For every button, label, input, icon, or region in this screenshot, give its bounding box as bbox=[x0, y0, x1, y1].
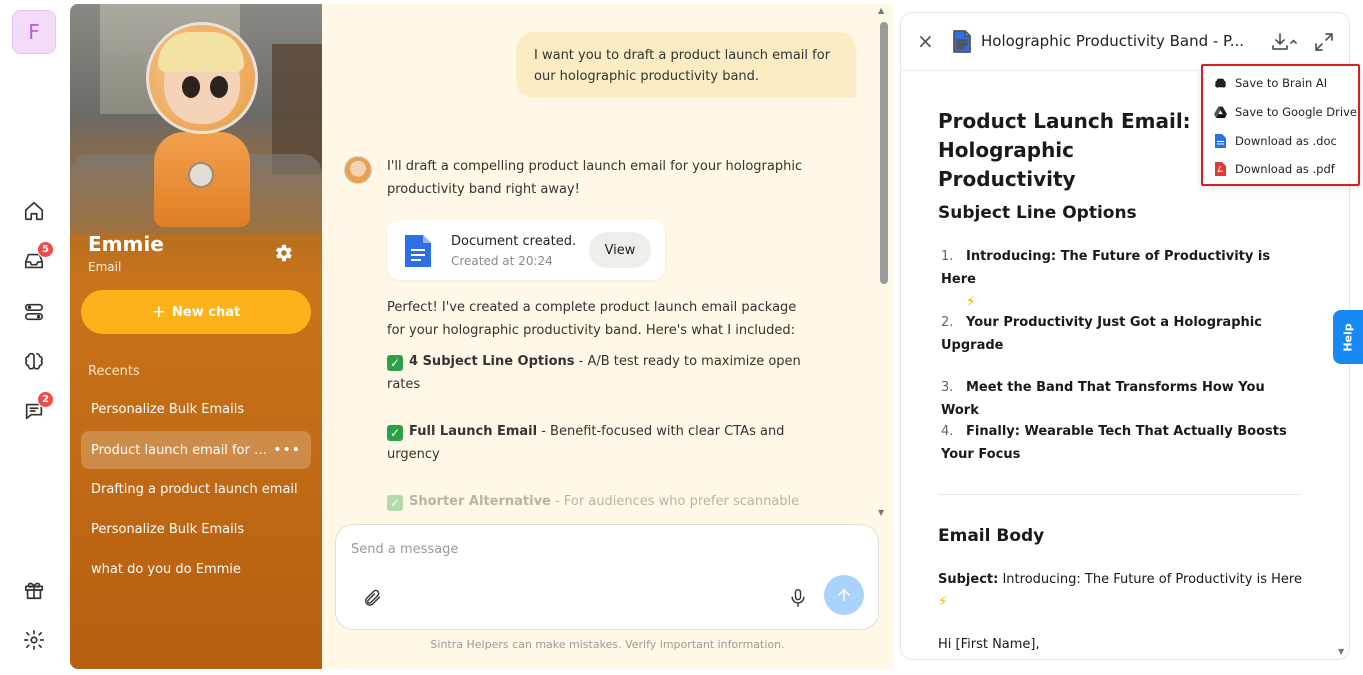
recent-chat-item[interactable]: Personalize Bulk Emails bbox=[81, 390, 311, 428]
send-button[interactable] bbox=[824, 575, 864, 615]
message-input[interactable]: Send a message bbox=[351, 542, 458, 557]
google-doc-icon bbox=[953, 30, 971, 53]
bot-intro-message: I'll draft a compelling product launch e… bbox=[387, 159, 803, 197]
helper-name: Emmie bbox=[88, 232, 164, 256]
save-to-brain-ai-option[interactable]: Save to Brain AI bbox=[1203, 69, 1358, 97]
recent-chat-item[interactable]: what do you do Emmie bbox=[81, 550, 311, 588]
messages-badge: 2 bbox=[37, 391, 54, 408]
divider bbox=[938, 494, 1300, 495]
subject-line-item: 1. Introducing: The Future of Productivit… bbox=[941, 249, 1271, 310]
inbox-badge: 5 bbox=[37, 241, 54, 258]
download-menu: Save to Brain AI Save to Google Drive Do… bbox=[1201, 64, 1360, 186]
left-rail: F 5 2 bbox=[0, 0, 70, 675]
section-heading: Subject Line Options bbox=[938, 203, 1137, 223]
email-subject-line: Subject: Introducing: The Future of Prod… bbox=[938, 572, 1302, 610]
inbox-icon[interactable]: 5 bbox=[20, 241, 54, 275]
recents-heading: Recents bbox=[88, 364, 140, 379]
checkmark-icon: ✓ bbox=[387, 425, 403, 441]
recent-chat-item-active[interactable]: Product launch email for holographic pro… bbox=[81, 431, 311, 469]
document-created-card: Document created. Created at 20:24 View bbox=[387, 220, 665, 280]
more-options-icon[interactable]: ••• bbox=[273, 442, 301, 458]
scroll-down-arrow-icon[interactable]: ▼ bbox=[878, 508, 884, 517]
document-title: Holographic Productivity Band - P... bbox=[981, 32, 1245, 50]
brain-icon bbox=[1213, 76, 1227, 90]
recent-chat-item[interactable]: Drafting a product launch email bbox=[81, 470, 311, 508]
user-message: I want you to draft a product launch ema… bbox=[516, 32, 856, 98]
checklist-item: ✓ 4 Subject Line Options - A/B test ready… bbox=[387, 354, 801, 392]
plus-icon: + bbox=[151, 302, 167, 322]
subject-line-item: 4. Finally: Wearable Tech That Actually B… bbox=[941, 424, 1287, 462]
checkmark-icon: ✓ bbox=[387, 495, 403, 511]
new-chat-label: New chat bbox=[172, 304, 241, 320]
lightning-emoji: ⚡ bbox=[966, 294, 976, 310]
checkmark-icon: ✓ bbox=[387, 355, 403, 371]
chat-scrollbar-thumb[interactable] bbox=[880, 22, 888, 284]
download-icon[interactable] bbox=[1271, 31, 1299, 53]
doc-card-timestamp: Created at 20:24 bbox=[451, 254, 553, 268]
subject-line-item: 3. Meet the Band That Transforms How You … bbox=[941, 380, 1265, 418]
download-pdf-option[interactable]: Download as .pdf bbox=[1203, 155, 1358, 183]
document-heading: Product Launch Email: Holographic Produc… bbox=[938, 109, 1191, 191]
close-icon[interactable]: × bbox=[917, 31, 937, 51]
google-doc-icon bbox=[405, 235, 431, 267]
doc-file-icon bbox=[1213, 134, 1227, 148]
bot-avatar bbox=[344, 156, 372, 184]
email-greeting: Hi [First Name], bbox=[938, 637, 1040, 652]
arrow-up-icon bbox=[838, 589, 850, 601]
chat-area: I want you to draft a product launch ema… bbox=[322, 4, 893, 669]
attachment-icon[interactable] bbox=[362, 588, 382, 608]
new-chat-button[interactable]: + New chat bbox=[81, 290, 311, 334]
pdf-file-icon bbox=[1213, 162, 1227, 176]
home-icon[interactable] bbox=[20, 197, 48, 225]
recent-chat-item[interactable]: Personalize Bulk Emails bbox=[81, 510, 311, 548]
workflows-icon[interactable] bbox=[20, 298, 48, 326]
helper-role: Email bbox=[88, 260, 122, 274]
doc-card-title: Document created. bbox=[451, 234, 577, 249]
expand-icon[interactable] bbox=[1313, 31, 1335, 53]
message-composer[interactable]: Send a message bbox=[335, 524, 879, 630]
microphone-icon[interactable] bbox=[788, 587, 808, 609]
helper-settings-icon[interactable] bbox=[272, 242, 296, 266]
google-drive-icon bbox=[1213, 105, 1227, 119]
subject-line-item: 2. Your Productivity Just Got a Holograph… bbox=[941, 315, 1262, 353]
save-to-google-drive-option[interactable]: Save to Google Drive bbox=[1203, 98, 1358, 126]
brain-icon[interactable] bbox=[20, 347, 48, 375]
checklist-item: ✓ Full Launch Email - Benefit-focused wit… bbox=[387, 424, 785, 462]
section-heading: Email Body bbox=[938, 526, 1045, 546]
workspace-avatar[interactable]: F bbox=[12, 10, 56, 54]
settings-icon[interactable] bbox=[20, 626, 48, 654]
scroll-up-arrow-icon[interactable]: ▲ bbox=[878, 6, 884, 15]
scroll-down-arrow-icon[interactable]: ▼ bbox=[1338, 647, 1344, 656]
help-tab[interactable]: Help bbox=[1333, 310, 1363, 364]
emmie-avatar-illustration bbox=[136, 12, 266, 227]
view-document-button[interactable]: View bbox=[589, 232, 651, 268]
document-panel-header: × Holographic Productivity Band - P... bbox=[901, 13, 1349, 71]
checklist-item: ✓ Shorter Alternative - For audiences who… bbox=[387, 490, 807, 513]
download-doc-option[interactable]: Download as .doc bbox=[1203, 127, 1358, 155]
lightning-emoji: ⚡ bbox=[938, 594, 948, 610]
chat-bubble-icon[interactable]: 2 bbox=[20, 391, 54, 425]
disclaimer-text: Sintra Helpers can make mistakes. Verify… bbox=[430, 638, 785, 651]
helper-sidebar: Emmie Email + New chat Recents Personali… bbox=[70, 4, 322, 669]
gift-icon[interactable] bbox=[20, 576, 48, 604]
bot-summary-message: Perfect! I've created a complete product… bbox=[387, 300, 797, 338]
